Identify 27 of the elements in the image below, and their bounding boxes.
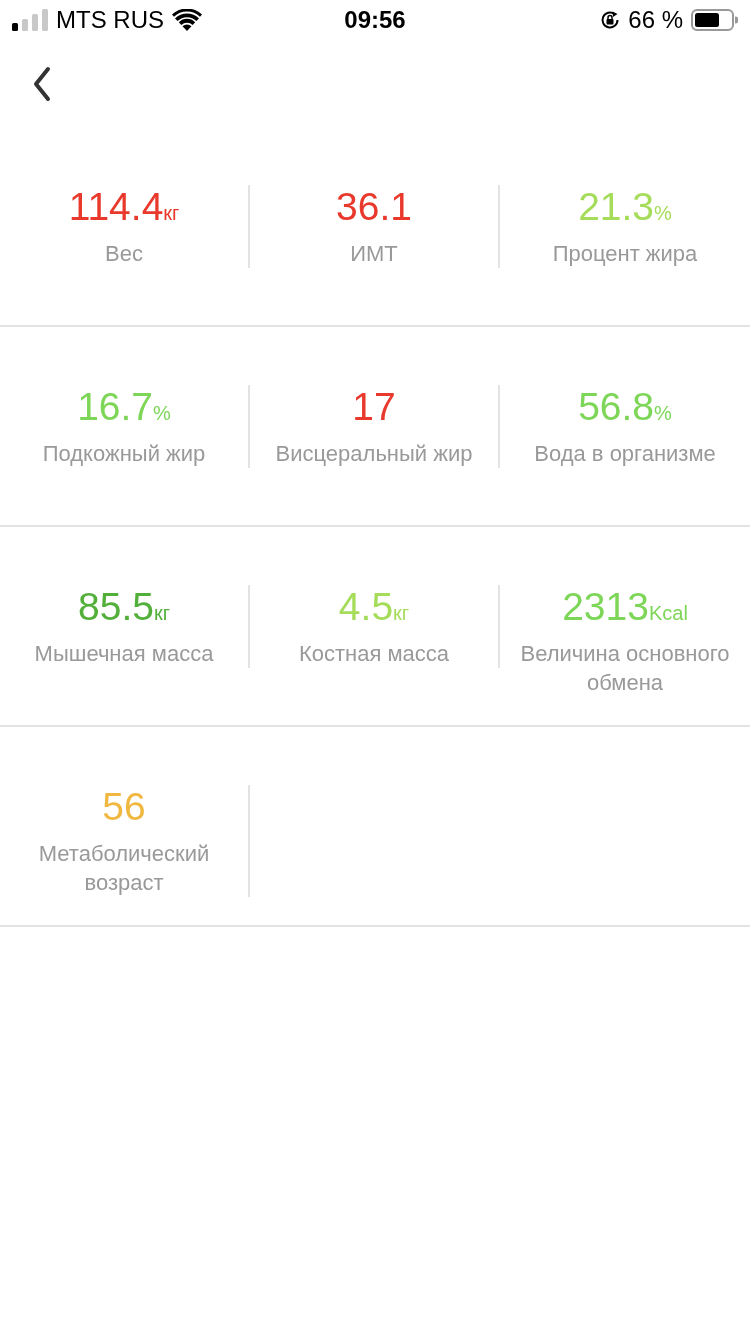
battery-percent: 66 % <box>628 6 683 34</box>
metric-value: 85.5кг <box>78 585 170 629</box>
metric-value: 114.4кг <box>68 185 180 229</box>
metric-value: 56.8% <box>578 385 672 429</box>
metric-value: 17 <box>352 385 396 429</box>
metric-value: 21.3% <box>578 185 672 229</box>
signal-icon <box>12 9 48 31</box>
metric-value: 4.5кг <box>338 585 410 629</box>
metric-label: Мышечная масса <box>33 640 215 668</box>
metric-label: ИМТ <box>349 240 399 268</box>
metric-label: Величина основного обмена <box>519 640 731 697</box>
metric-value: 36.1 <box>336 185 412 229</box>
orientation-lock-icon <box>600 10 621 30</box>
metric-value: 2313Kcal <box>562 585 688 629</box>
status-time: 09:56 <box>344 6 406 34</box>
metric-value: 56 <box>102 785 146 829</box>
metric-label: Висцеральный жир <box>274 440 474 468</box>
carrier-name: MTS RUS <box>56 6 164 34</box>
metric-label: Вода в организме <box>533 440 717 468</box>
wifi-icon <box>172 9 202 31</box>
metric-label: Вес <box>104 240 144 268</box>
metric-label: Процент жира <box>551 240 699 268</box>
metric-label: Подкожный жир <box>41 440 207 468</box>
battery-icon <box>691 9 738 31</box>
metric-label: Костная масса <box>297 640 451 668</box>
metric-label: Метаболический возраст <box>37 840 211 897</box>
metric-value: 16.7% <box>77 385 171 429</box>
